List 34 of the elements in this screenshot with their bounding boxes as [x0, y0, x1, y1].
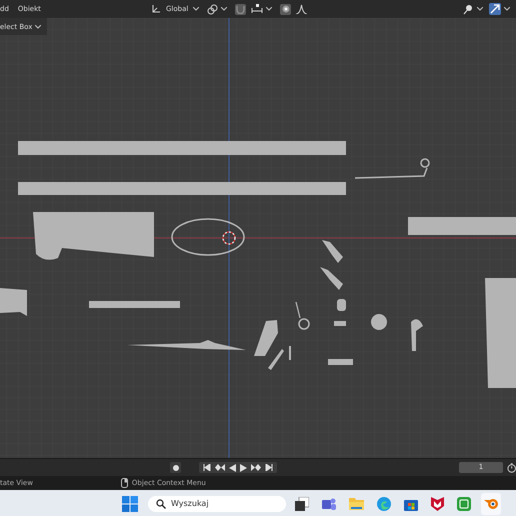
mouse-icon: [120, 478, 128, 488]
modeling-app-icon[interactable]: [481, 492, 501, 514]
caret-icon: [193, 7, 200, 11]
browser-icon[interactable]: [377, 496, 391, 510]
caret-icon: [504, 7, 510, 11]
pivot-icon[interactable]: [207, 4, 218, 14]
snap-target-icon[interactable]: [251, 4, 264, 14]
falloff-curve-icon[interactable]: [296, 4, 308, 14]
caret-icon: [221, 7, 228, 11]
task-view-icon[interactable]: [295, 496, 309, 510]
search-field[interactable]: Wyszukaj: [148, 496, 286, 512]
overlays-toggle[interactable]: [489, 3, 501, 15]
caret-icon: [477, 7, 483, 11]
jump-end-icon[interactable]: [265, 464, 274, 471]
search-icon: [156, 498, 166, 508]
caret-icon: [35, 24, 42, 28]
play-icon[interactable]: [240, 464, 248, 472]
previous-keyframe-icon[interactable]: [215, 464, 226, 471]
stopwatch-icon[interactable]: [506, 462, 516, 472]
record-button[interactable]: [170, 462, 182, 473]
dot-icon: [172, 464, 179, 470]
caret-icon: [266, 7, 272, 11]
folder-icon[interactable]: [349, 497, 364, 510]
transform-orientation-icon: [151, 4, 161, 14]
3d-cursor-icon: [222, 231, 236, 245]
team-chat-icon[interactable]: [322, 496, 336, 510]
start-icon[interactable]: [122, 496, 138, 512]
jump-start-icon[interactable]: [203, 464, 212, 471]
app-icon[interactable]: [457, 496, 471, 510]
next-keyframe-icon[interactable]: [251, 464, 262, 471]
shield-icon[interactable]: [431, 496, 444, 510]
play-reverse-icon[interactable]: [229, 464, 236, 472]
proportional-editing-toggle[interactable]: [280, 4, 292, 14]
snap-toggle[interactable]: [235, 4, 246, 14]
